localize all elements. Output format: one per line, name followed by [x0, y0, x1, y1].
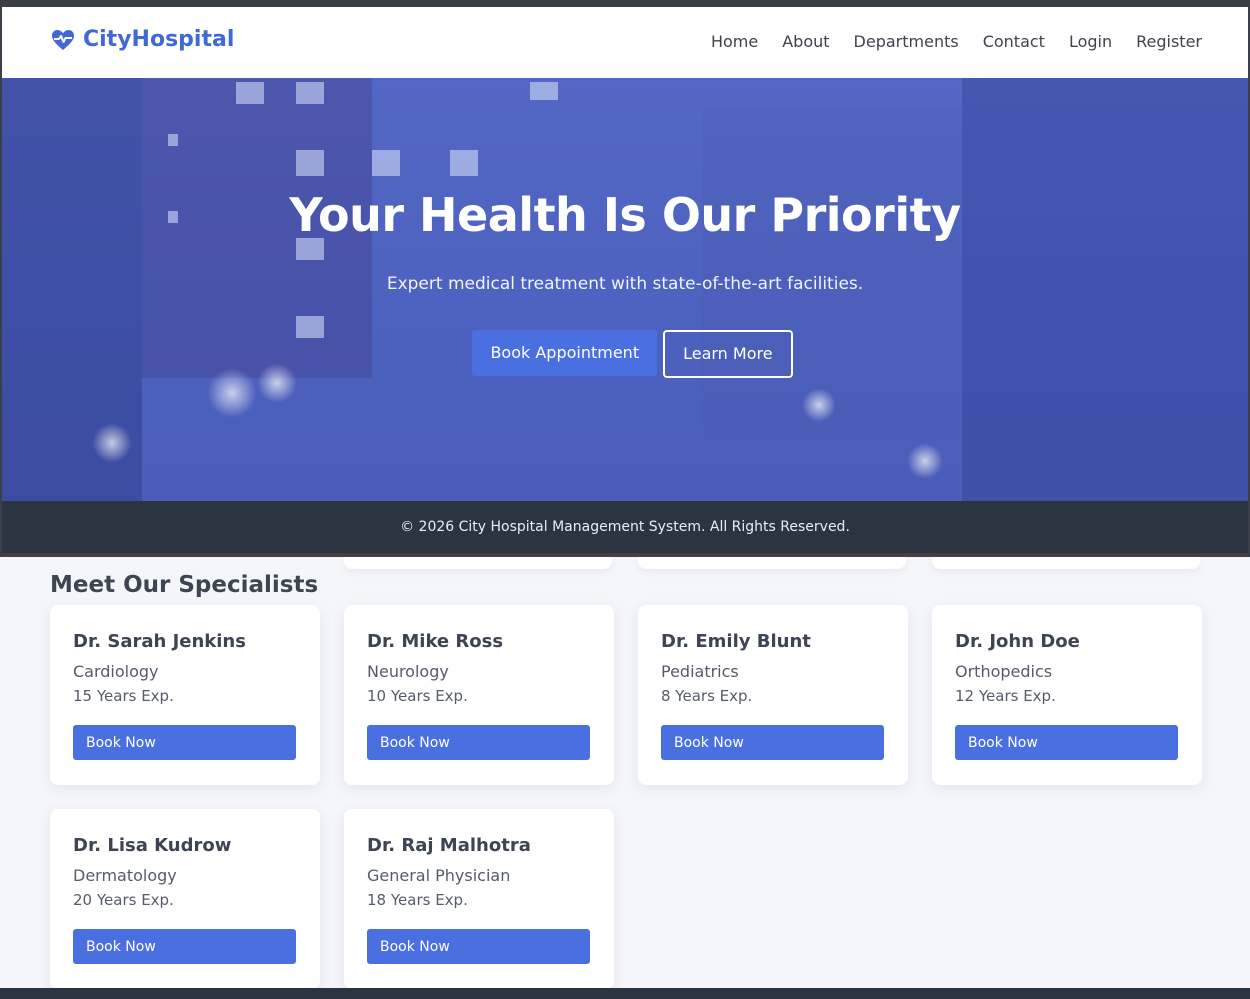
doctor-card: Dr. John Doe Orthopedics 12 Years Exp. B…: [932, 605, 1202, 785]
specialists-grid: Dr. Sarah Jenkins Cardiology 15 Years Ex…: [50, 605, 1202, 989]
top-screenshot: CityHospital Home About Departments Cont…: [0, 0, 1250, 557]
doctor-department: Orthopedics: [955, 662, 1053, 681]
nav-departments[interactable]: Departments: [854, 32, 959, 51]
book-now-button[interactable]: Book Now: [367, 929, 590, 964]
doctor-name: Dr. Emily Blunt: [661, 631, 811, 652]
hero-bg-window: [372, 150, 400, 176]
hero-bg-window: [450, 150, 478, 176]
doctor-experience: 18 Years Exp.: [367, 891, 468, 909]
hero-bg-light: [92, 423, 132, 463]
doctor-card: Dr. Sarah Jenkins Cardiology 15 Years Ex…: [50, 605, 320, 785]
doctor-card: Dr. Emily Blunt Pediatrics 8 Years Exp. …: [638, 605, 908, 785]
specialists-title: Meet Our Specialists: [50, 572, 319, 598]
footer-copyright: © 2026 City Hospital Management System. …: [400, 519, 850, 535]
hero-bg-window: [296, 150, 324, 176]
hero-bg-light: [907, 443, 943, 479]
doctor-name: Dr. Sarah Jenkins: [73, 631, 246, 652]
hero-bg-window: [236, 82, 264, 104]
nav-register[interactable]: Register: [1136, 32, 1202, 51]
doctor-department: Cardiology: [73, 662, 159, 681]
book-now-button[interactable]: Book Now: [661, 725, 884, 760]
hero-bg-light: [802, 388, 836, 422]
book-now-button[interactable]: Book Now: [367, 725, 590, 760]
hero-bg-glass-facade: [702, 108, 962, 438]
doctor-name: Dr. John Doe: [955, 631, 1080, 652]
heart-pulse-icon: [52, 29, 74, 50]
window-top-border: [0, 0, 1250, 7]
navbar: CityHospital Home About Departments Cont…: [2, 7, 1248, 78]
footer: © 2026 City Hospital Management System. …: [2, 501, 1248, 553]
brand-logo[interactable]: CityHospital: [50, 27, 234, 52]
doctor-department: General Physician: [367, 866, 511, 885]
doctor-experience: 15 Years Exp.: [73, 687, 174, 705]
doctor-department: Neurology: [367, 662, 449, 681]
doctor-card: Dr. Mike Ross Neurology 10 Years Exp. Bo…: [344, 605, 614, 785]
card-bottom-edge: [344, 557, 612, 569]
hero-bg-window: [296, 82, 324, 104]
book-appointment-button[interactable]: Book Appointment: [472, 330, 658, 376]
doctor-department: Dermatology: [73, 866, 177, 885]
card-bottom-edge: [638, 557, 906, 569]
nav-about[interactable]: About: [782, 32, 829, 51]
doctor-card: Dr. Raj Malhotra General Physician 18 Ye…: [344, 809, 614, 989]
hero-buttons: Book Appointment Learn More: [2, 330, 1248, 378]
nav-links: Home About Departments Contact Login Reg…: [711, 32, 1202, 51]
hero-bg-window: [530, 82, 558, 100]
card-bottom-edge: [932, 557, 1200, 569]
hero-bg-window: [168, 134, 178, 146]
book-now-button[interactable]: Book Now: [73, 929, 296, 964]
doctor-department: Pediatrics: [661, 662, 739, 681]
doctor-card: Dr. Lisa Kudrow Dermatology 20 Years Exp…: [50, 809, 320, 989]
book-now-button[interactable]: Book Now: [955, 725, 1178, 760]
doctor-experience: 10 Years Exp.: [367, 687, 468, 705]
doctor-name: Dr. Raj Malhotra: [367, 835, 531, 856]
book-now-button[interactable]: Book Now: [73, 725, 296, 760]
learn-more-button[interactable]: Learn More: [663, 330, 793, 378]
nav-login[interactable]: Login: [1069, 32, 1112, 51]
hero-section: Your Health Is Our Priority Expert medic…: [2, 78, 1248, 501]
hero-subtitle: Expert medical treatment with state-of-t…: [386, 274, 864, 294]
brand-name: CityHospital: [83, 27, 235, 52]
doctor-name: Dr. Lisa Kudrow: [73, 835, 232, 856]
nav-home[interactable]: Home: [711, 32, 758, 51]
doctor-experience: 8 Years Exp.: [661, 687, 753, 705]
hero-title: Your Health Is Our Priority: [289, 188, 961, 242]
doctor-experience: 12 Years Exp.: [955, 687, 1056, 705]
doctor-name: Dr. Mike Ross: [367, 631, 504, 652]
nav-contact[interactable]: Contact: [983, 32, 1045, 51]
doctor-experience: 20 Years Exp.: [73, 891, 174, 909]
bottom-footer-bar: [0, 988, 1250, 999]
